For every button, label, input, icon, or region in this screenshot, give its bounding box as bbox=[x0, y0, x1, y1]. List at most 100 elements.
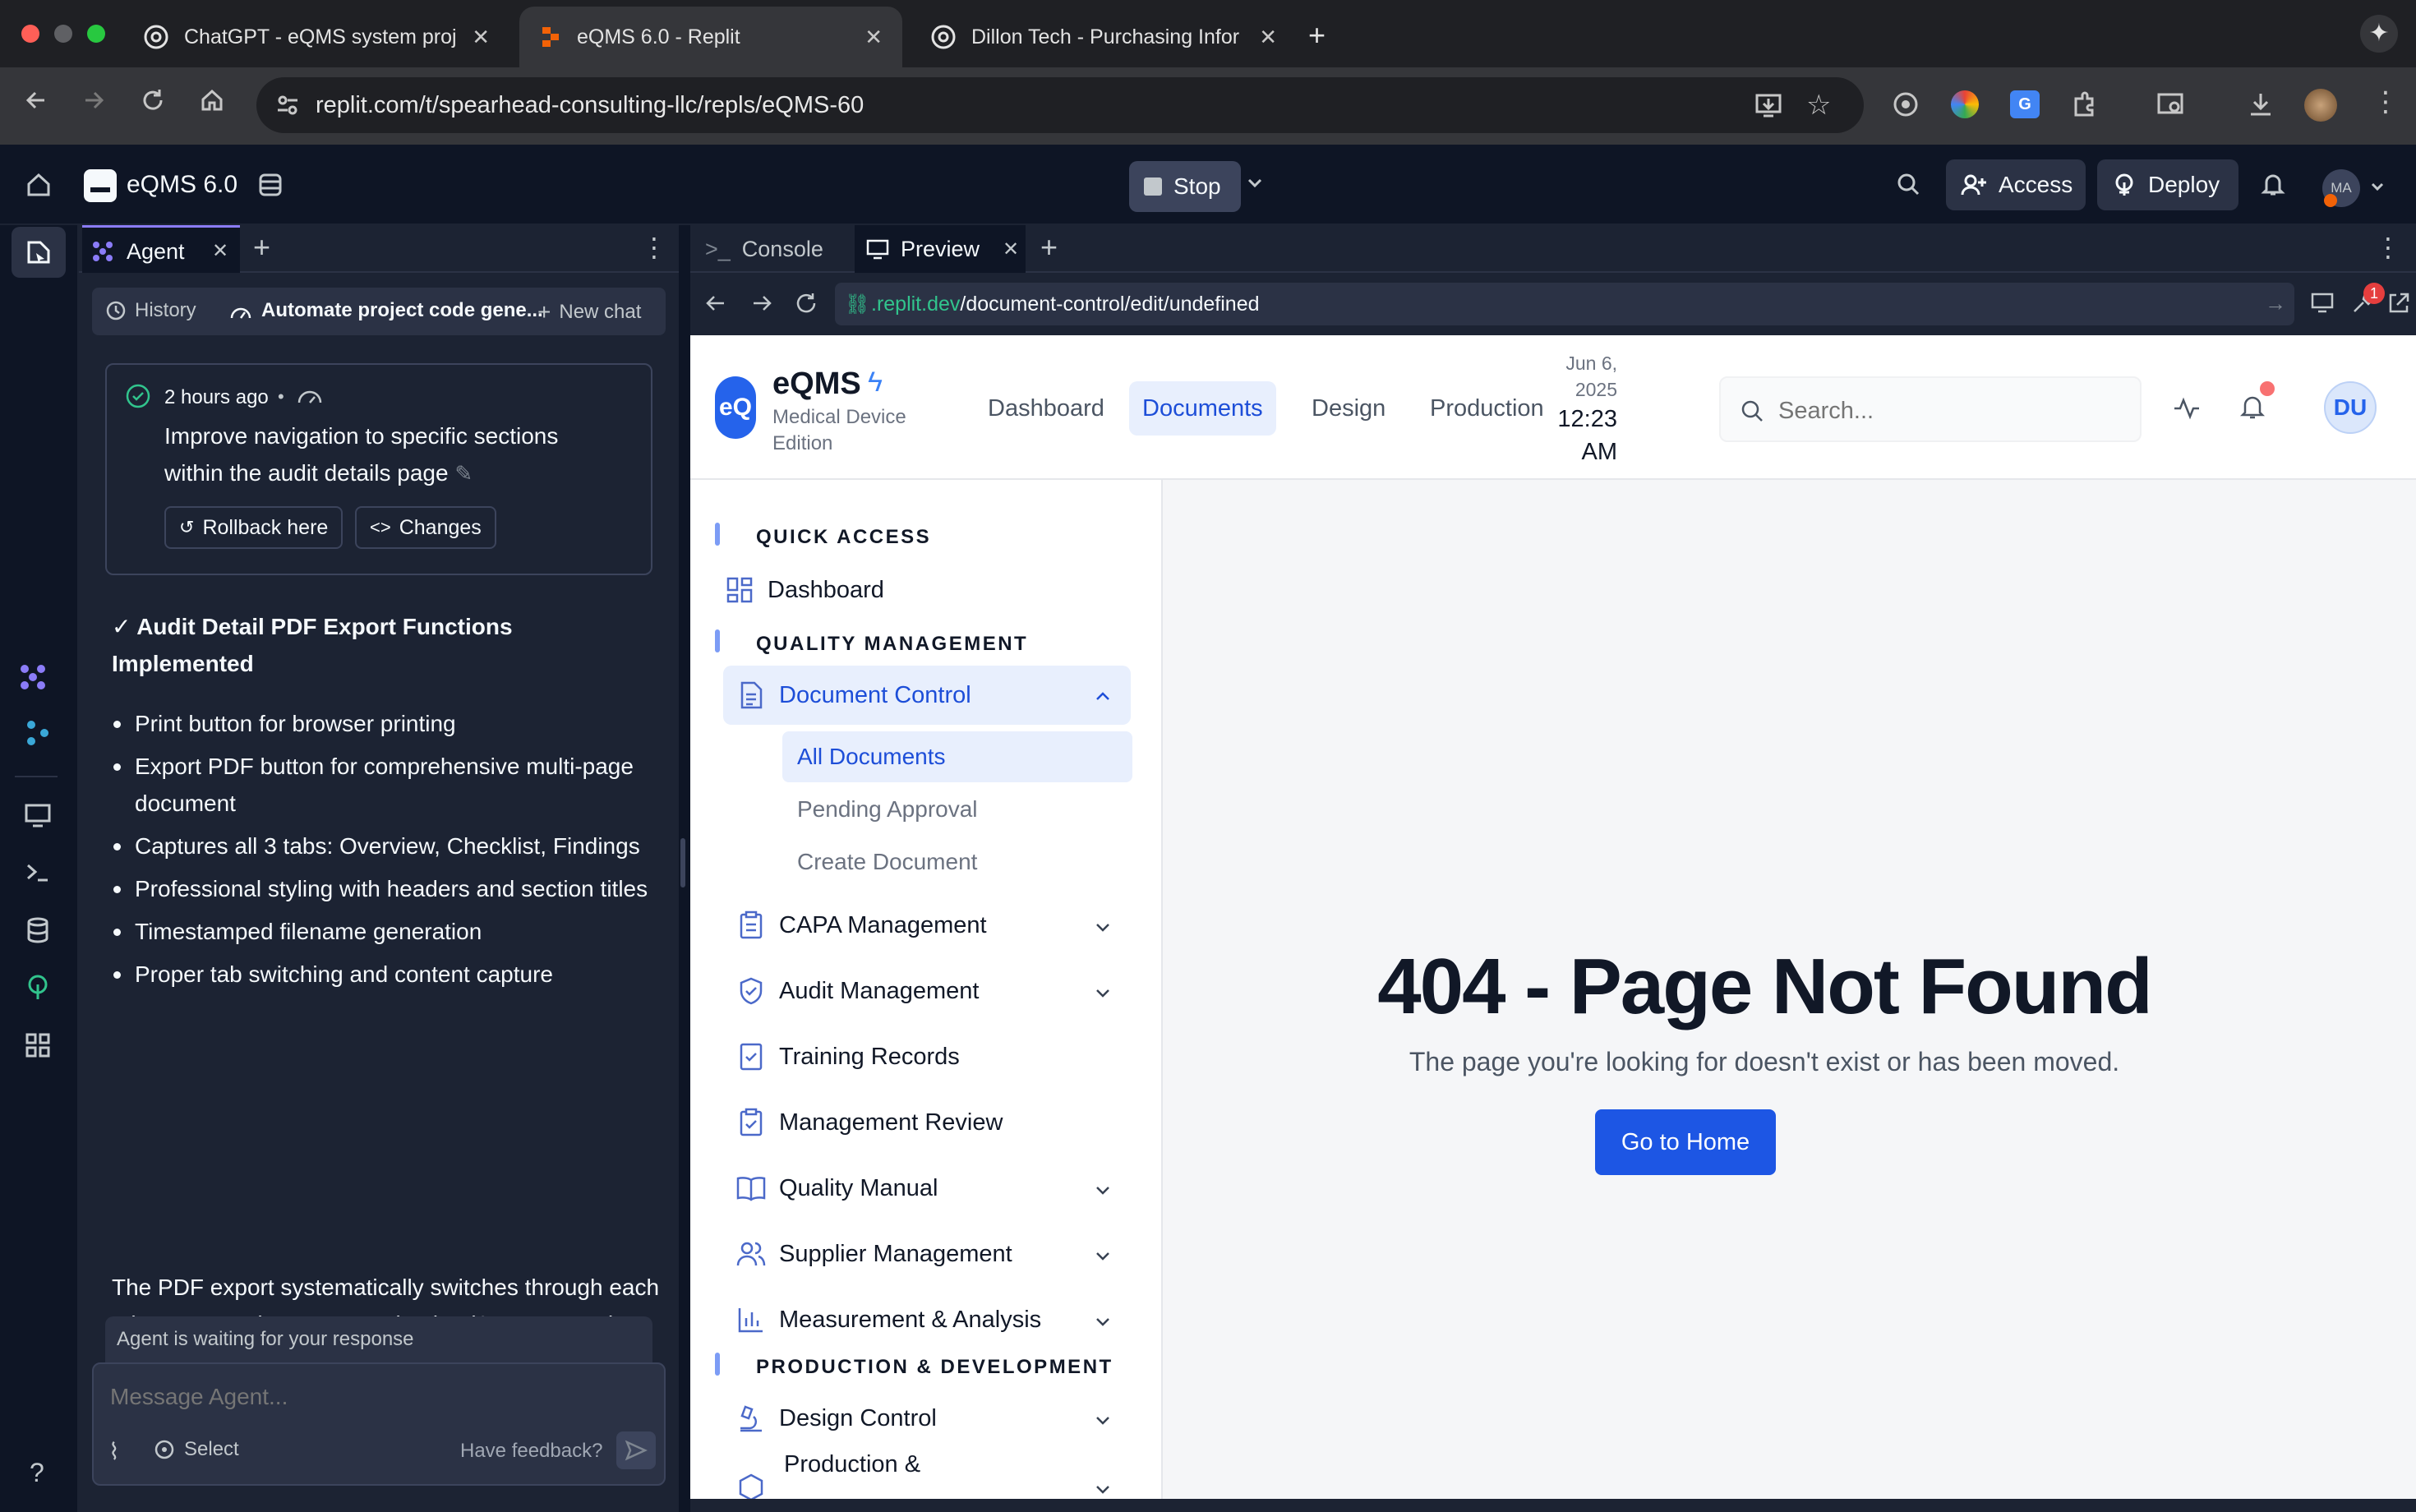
sidebar-item-production[interactable]: Production & bbox=[723, 1451, 1131, 1499]
nav-documents[interactable]: Documents bbox=[1129, 381, 1276, 436]
nav-dashboard[interactable]: Dashboard bbox=[975, 381, 1118, 436]
access-button[interactable]: Access bbox=[1946, 159, 2086, 210]
close-tab-icon[interactable]: ✕ bbox=[1259, 25, 1277, 50]
site-settings-icon[interactable] bbox=[274, 92, 301, 118]
search-icon[interactable] bbox=[1895, 171, 1921, 197]
sidebar-item-document-control[interactable]: Document Control bbox=[723, 666, 1131, 725]
console-tab[interactable]: >_ Console bbox=[695, 225, 855, 273]
rollback-button[interactable]: ↺ Rollback here bbox=[164, 506, 343, 549]
chat-title[interactable]: Automate project code gene... bbox=[228, 299, 543, 322]
close-tab-icon[interactable]: ✕ bbox=[212, 239, 228, 263]
files-tool-button[interactable] bbox=[12, 227, 66, 278]
translate-extension-icon[interactable]: G bbox=[2010, 90, 2040, 118]
close-tab-icon[interactable]: ✕ bbox=[865, 25, 883, 50]
changes-button[interactable]: <> Changes bbox=[355, 506, 496, 549]
user-avatar[interactable]: DU bbox=[2324, 381, 2377, 434]
chevron-down-icon[interactable] bbox=[1093, 1246, 1113, 1265]
chevron-down-icon[interactable] bbox=[1093, 1180, 1113, 1200]
panel-menu-icon[interactable]: ⋮ bbox=[641, 232, 667, 263]
nav-design[interactable]: Design bbox=[1298, 381, 1399, 436]
bell-icon[interactable] bbox=[2260, 171, 2286, 197]
console-tool-icon[interactable] bbox=[23, 858, 53, 887]
chevron-down-icon[interactable] bbox=[2368, 177, 2386, 196]
sidebar-subitem-create-document[interactable]: Create Document bbox=[782, 837, 1132, 887]
sidebar-item-audit[interactable]: Audit Management bbox=[723, 961, 1131, 1021]
window-zoom-control[interactable] bbox=[87, 25, 105, 43]
chevron-down-icon[interactable] bbox=[1093, 1410, 1113, 1430]
browser-menu-icon[interactable]: ⋮ bbox=[2372, 85, 2400, 118]
browser-tab-replit[interactable]: eQMS 6.0 - Replit ✕ bbox=[519, 7, 902, 67]
chevron-down-icon[interactable] bbox=[1093, 983, 1113, 1003]
deploy-button[interactable]: Deploy bbox=[2097, 159, 2238, 210]
chevron-down-icon[interactable] bbox=[1093, 1479, 1113, 1499]
message-input[interactable] bbox=[110, 1379, 636, 1415]
new-tab-icon[interactable]: + bbox=[253, 230, 270, 265]
extension-color-icon[interactable] bbox=[1951, 90, 1979, 118]
reload-icon[interactable] bbox=[140, 87, 166, 113]
close-tab-icon[interactable]: ✕ bbox=[1003, 237, 1019, 261]
sidebar-item-quality-manual[interactable]: Quality Manual bbox=[723, 1159, 1131, 1218]
chevron-up-icon[interactable] bbox=[1093, 687, 1113, 707]
panel-menu-icon[interactable]: ⋮ bbox=[2375, 232, 2401, 263]
forward-arrow-icon[interactable] bbox=[749, 291, 774, 316]
go-home-button[interactable]: Go to Home bbox=[1595, 1109, 1776, 1175]
panel-resize-handle[interactable] bbox=[680, 838, 685, 887]
deployments-tool-icon[interactable] bbox=[23, 973, 53, 1003]
sidebar-item-dashboard[interactable]: Dashboard bbox=[712, 560, 1119, 620]
database-icon[interactable] bbox=[256, 171, 284, 199]
reload-icon[interactable] bbox=[794, 291, 818, 316]
home-icon[interactable] bbox=[199, 87, 225, 113]
open-external-icon[interactable] bbox=[2386, 291, 2411, 316]
back-arrow-icon[interactable] bbox=[703, 291, 728, 316]
devices-icon[interactable] bbox=[2311, 291, 2335, 316]
database-tool-icon[interactable] bbox=[23, 915, 53, 945]
download-icon[interactable] bbox=[2247, 90, 2275, 118]
chatgpt-extension-icon[interactable] bbox=[1892, 90, 1920, 118]
go-arrow-icon[interactable]: → bbox=[2265, 291, 2286, 316]
chevron-down-icon[interactable] bbox=[1093, 917, 1113, 937]
app-logo[interactable]: eQ bbox=[715, 376, 756, 439]
workflow-icon[interactable] bbox=[23, 718, 53, 748]
feedback-link[interactable]: Have feedback? bbox=[460, 1440, 602, 1463]
bell-icon[interactable] bbox=[2238, 393, 2266, 421]
agent-tool-icon[interactable] bbox=[16, 661, 54, 698]
close-tab-icon[interactable]: ✕ bbox=[472, 25, 490, 50]
preview-tab[interactable]: Preview ✕ bbox=[855, 225, 1026, 273]
gemini-sparkle-icon[interactable]: ✦ bbox=[2360, 15, 2398, 53]
new-chat-button[interactable]: + New chat bbox=[537, 299, 641, 325]
sidebar-item-measurement[interactable]: Measurement & Analysis bbox=[723, 1290, 1131, 1349]
send-button[interactable] bbox=[616, 1431, 656, 1469]
nav-production[interactable]: Production bbox=[1417, 381, 1557, 436]
sidebar-item-capa[interactable]: CAPA Management bbox=[723, 896, 1131, 955]
stop-button[interactable]: Stop bbox=[1129, 161, 1241, 212]
address-bar[interactable]: replit.com/t/spearhead-consulting-llc/re… bbox=[256, 77, 1864, 133]
extensions-puzzle-icon[interactable] bbox=[2071, 90, 2099, 118]
browser-tab-chatgpt[interactable]: ChatGPT - eQMS system proj ✕ bbox=[123, 7, 509, 67]
history-button[interactable]: History bbox=[105, 299, 196, 322]
profile-avatar[interactable] bbox=[2304, 89, 2337, 122]
agent-tab[interactable]: Agent ✕ bbox=[82, 225, 240, 273]
forward-arrow-icon[interactable] bbox=[81, 87, 107, 113]
sidebar-item-design-control[interactable]: Design Control bbox=[723, 1389, 1131, 1448]
preview-tool-icon[interactable] bbox=[23, 800, 53, 830]
sidebar-item-supplier[interactable]: Supplier Management bbox=[723, 1224, 1131, 1284]
chevron-down-icon[interactable] bbox=[1244, 173, 1266, 194]
preview-url-field[interactable]: ⛓ .replit.dev/document-control/edit/unde… bbox=[835, 283, 2294, 325]
pencil-icon[interactable]: ✎ bbox=[454, 461, 473, 486]
sidebar-subitem-all-documents[interactable]: All Documents bbox=[782, 731, 1132, 782]
window-close-control[interactable] bbox=[21, 25, 39, 43]
window-minimize-control[interactable] bbox=[54, 25, 72, 43]
all-tools-icon[interactable] bbox=[23, 1030, 53, 1060]
tab-search-icon[interactable] bbox=[2156, 90, 2186, 118]
sidebar-item-management-review[interactable]: Management Review bbox=[723, 1093, 1131, 1152]
repl-name[interactable]: eQMS 6.0 bbox=[127, 171, 237, 199]
new-tab-icon[interactable]: + bbox=[1308, 18, 1326, 53]
browser-tab-dillon[interactable]: Dillon Tech - Purchasing Infor ✕ bbox=[911, 7, 1297, 67]
bookmark-star-icon[interactable]: ☆ bbox=[1806, 89, 1831, 122]
attach-paperclip-icon[interactable]: ⌇ bbox=[108, 1438, 120, 1465]
chevron-down-icon[interactable] bbox=[1093, 1311, 1113, 1331]
select-element-button[interactable]: Select bbox=[153, 1438, 239, 1461]
install-app-icon[interactable] bbox=[1754, 90, 1783, 120]
sidebar-subitem-pending-approval[interactable]: Pending Approval bbox=[782, 784, 1132, 835]
help-icon[interactable]: ? bbox=[30, 1458, 44, 1488]
